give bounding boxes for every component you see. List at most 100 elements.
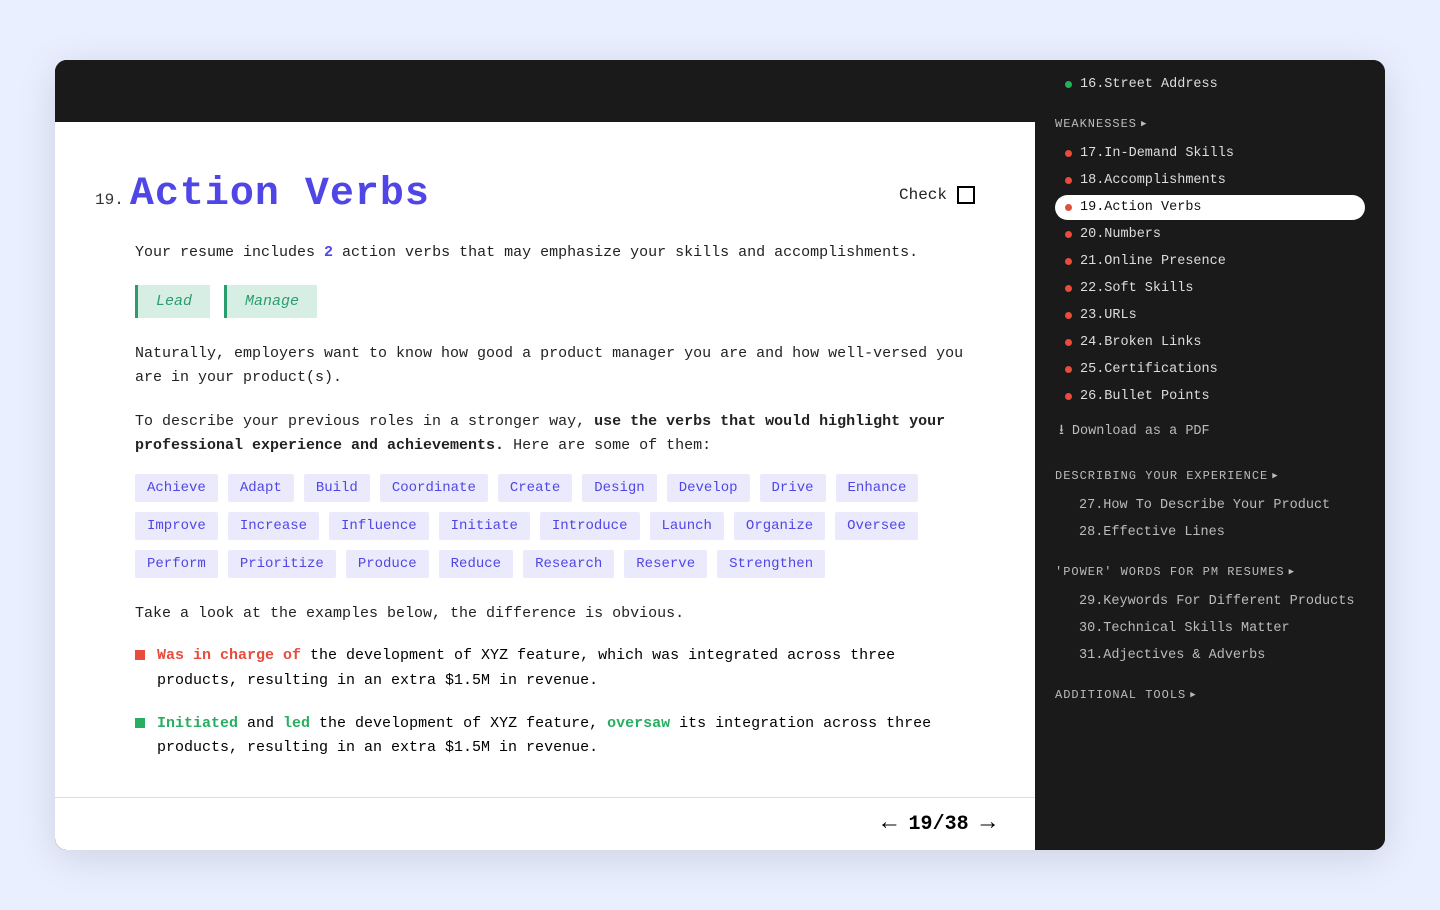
- sidebar-section-describing[interactable]: DESCRIBING YOUR EXPERIENCE▶: [1055, 469, 1365, 483]
- verb-tag: Initiate: [439, 512, 530, 540]
- good-marker-icon: [135, 718, 145, 728]
- status-dot-icon: [1065, 177, 1072, 184]
- check-toggle[interactable]: Check: [899, 186, 975, 204]
- sidebar-item-label: 24.Broken Links: [1080, 335, 1202, 350]
- app-frame: 19. Action Verbs Check Your resume inclu…: [55, 60, 1385, 850]
- sidebar-item-label: 22.Soft Skills: [1080, 281, 1193, 296]
- verb-tag: Research: [523, 550, 614, 578]
- status-dot-icon: [1065, 258, 1072, 265]
- chevron-right-icon: ▶: [1190, 690, 1196, 700]
- sidebar-item[interactable]: 22.Soft Skills: [1055, 276, 1365, 301]
- chevron-right-icon: ▶: [1272, 471, 1278, 481]
- sidebar-item[interactable]: 19.Action Verbs: [1055, 195, 1365, 220]
- content-footer: ← 19/38 →: [55, 797, 1035, 850]
- verb-tag: Drive: [760, 474, 826, 502]
- download-label: Download as a PDF: [1072, 424, 1210, 439]
- sidebar-item-label: 21.Online Presence: [1080, 254, 1226, 269]
- sidebar-item[interactable]: 28.Effective Lines: [1055, 520, 1365, 545]
- verb-tag: Build: [304, 474, 370, 502]
- current-verb-tag: Manage: [224, 285, 317, 318]
- check-label: Check: [899, 186, 947, 204]
- verb-tag: Coordinate: [380, 474, 488, 502]
- status-dot-icon: [1065, 204, 1072, 211]
- content-body: 19. Action Verbs Check Your resume inclu…: [55, 122, 1035, 797]
- verb-tag: Perform: [135, 550, 218, 578]
- verb-tag: Organize: [734, 512, 825, 540]
- main-area: 19. Action Verbs Check Your resume inclu…: [55, 60, 1035, 850]
- sidebar-item[interactable]: 26.Bullet Points: [1055, 384, 1365, 409]
- verb-tag: Design: [582, 474, 656, 502]
- sidebar-item-label: 26.Bullet Points: [1080, 389, 1210, 404]
- top-bar: [55, 60, 1035, 122]
- sidebar-item-label: 23.URLs: [1080, 308, 1137, 323]
- bad-example: Was in charge of the development of XYZ …: [135, 644, 975, 694]
- sidebar-section-power[interactable]: 'POWER' WORDS FOR PM RESUMES▶: [1055, 565, 1365, 579]
- sidebar-item[interactable]: 31.Adjectives & Adverbs: [1055, 643, 1365, 668]
- section-number: 19.: [95, 191, 124, 209]
- verb-tag: Reserve: [624, 550, 707, 578]
- status-dot-icon: [1065, 339, 1072, 346]
- verb-tag: Develop: [667, 474, 750, 502]
- verb-tag: Strengthen: [717, 550, 825, 578]
- examples-intro: Take a look at the examples below, the d…: [95, 602, 975, 626]
- verb-tag: Increase: [228, 512, 319, 540]
- current-verb-tag: Lead: [135, 285, 210, 318]
- sidebar-item-label: 19.Action Verbs: [1080, 200, 1202, 215]
- next-arrow-icon[interactable]: →: [981, 812, 995, 836]
- checkbox-icon: [957, 186, 975, 204]
- pager-total: 38: [945, 813, 969, 836]
- sidebar-section-weaknesses[interactable]: WEAKNESSES▶: [1055, 117, 1365, 131]
- status-dot-icon: [1065, 285, 1072, 292]
- sidebar-item-label: 20.Numbers: [1080, 227, 1161, 242]
- verb-tag: Oversee: [835, 512, 918, 540]
- sidebar-item[interactable]: 18.Accomplishments: [1055, 168, 1365, 193]
- sidebar-item[interactable]: 29.Keywords For Different Products: [1055, 589, 1365, 614]
- sidebar-item[interactable]: 27.How To Describe Your Product: [1055, 493, 1365, 518]
- verb-tag: Improve: [135, 512, 218, 540]
- intro-text: Your resume includes 2 action verbs that…: [95, 241, 975, 265]
- sidebar-item[interactable]: 25.Certifications: [1055, 357, 1365, 382]
- pager-current: 19: [909, 813, 933, 836]
- sidebar-item-label: 16.Street Address: [1080, 77, 1218, 92]
- paragraph-1: Naturally, employers want to know how go…: [95, 342, 975, 390]
- status-dot-icon: [1065, 366, 1072, 373]
- good-example: Initiated and led the development of XYZ…: [135, 712, 975, 762]
- sidebar-item[interactable]: 23.URLs: [1055, 303, 1365, 328]
- prev-arrow-icon[interactable]: ←: [882, 812, 896, 836]
- sidebar-item[interactable]: 20.Numbers: [1055, 222, 1365, 247]
- sidebar-item-label: 18.Accomplishments: [1080, 173, 1226, 188]
- sidebar-item[interactable]: 17.In-Demand Skills: [1055, 141, 1365, 166]
- download-icon: ⭳: [1059, 419, 1064, 443]
- verb-tag: Produce: [346, 550, 429, 578]
- chevron-right-icon: ▶: [1141, 119, 1147, 129]
- bad-marker-icon: [135, 650, 145, 660]
- verb-tag: Enhance: [836, 474, 919, 502]
- sidebar-item[interactable]: 24.Broken Links: [1055, 330, 1365, 355]
- verb-tag: Launch: [650, 512, 724, 540]
- content-panel: 19. Action Verbs Check Your resume inclu…: [55, 122, 1035, 850]
- verb-tag: Influence: [329, 512, 429, 540]
- paragraph-2: To describe your previous roles in a str…: [95, 410, 975, 458]
- chevron-right-icon: ▶: [1289, 567, 1295, 577]
- section-title: Action Verbs: [130, 172, 430, 217]
- sidebar-item-label: 17.In-Demand Skills: [1080, 146, 1234, 161]
- status-dot-icon: [1065, 312, 1072, 319]
- pager: ← 19/38 →: [882, 812, 995, 836]
- status-dot-icon: [1065, 81, 1072, 88]
- sidebar-item[interactable]: 21.Online Presence: [1055, 249, 1365, 274]
- verb-tag: Create: [498, 474, 572, 502]
- sidebar-item[interactable]: 30.Technical Skills Matter: [1055, 616, 1365, 641]
- suggested-verbs: Achieve Adapt Build Coordinate Create Design D…: [135, 474, 975, 578]
- sidebar: 16.Street Address WEAKNESSES▶ 17.In-Dema…: [1035, 60, 1385, 850]
- verb-tag: Adapt: [228, 474, 294, 502]
- sidebar-item-street-address[interactable]: 16.Street Address: [1055, 72, 1365, 97]
- current-verbs: Lead Manage: [135, 285, 975, 318]
- status-dot-icon: [1065, 150, 1072, 157]
- download-pdf-button[interactable]: ⭳ Download as a PDF: [1055, 413, 1365, 449]
- verb-tag: Introduce: [540, 512, 640, 540]
- verb-tag: Prioritize: [228, 550, 336, 578]
- status-dot-icon: [1065, 231, 1072, 238]
- sidebar-section-additional[interactable]: ADDITIONAL TOOLS▶: [1055, 688, 1365, 702]
- status-dot-icon: [1065, 393, 1072, 400]
- verb-tag: Achieve: [135, 474, 218, 502]
